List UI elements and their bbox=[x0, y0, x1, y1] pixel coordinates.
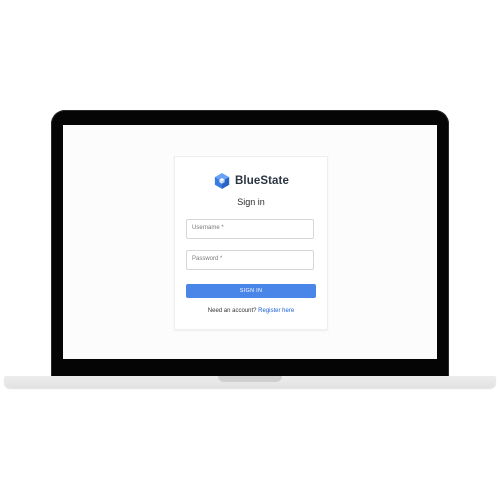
register-link[interactable]: Register here bbox=[258, 308, 294, 314]
brand-header: BlueState bbox=[175, 171, 327, 191]
password-field[interactable]: Password * bbox=[186, 250, 314, 270]
register-prompt-text: Need an account? bbox=[207, 308, 257, 314]
laptop-mockup: BlueState Sign in Username * Password * … bbox=[0, 0, 500, 500]
username-label: Username * bbox=[192, 225, 224, 231]
laptop-screen: BlueState Sign in Username * Password * … bbox=[63, 125, 437, 359]
laptop-notch bbox=[218, 376, 282, 382]
hexagon-cube-logo-icon bbox=[214, 173, 230, 189]
brand-name: BlueState bbox=[235, 175, 289, 187]
page-title: Sign in bbox=[237, 197, 265, 207]
register-prompt: Need an account? Register here bbox=[175, 308, 327, 314]
password-label: Password * bbox=[192, 256, 223, 262]
sign-in-button[interactable]: SIGN IN bbox=[186, 284, 316, 298]
login-card: BlueState Sign in Username * Password * … bbox=[174, 156, 328, 330]
username-field[interactable]: Username * bbox=[186, 219, 314, 239]
